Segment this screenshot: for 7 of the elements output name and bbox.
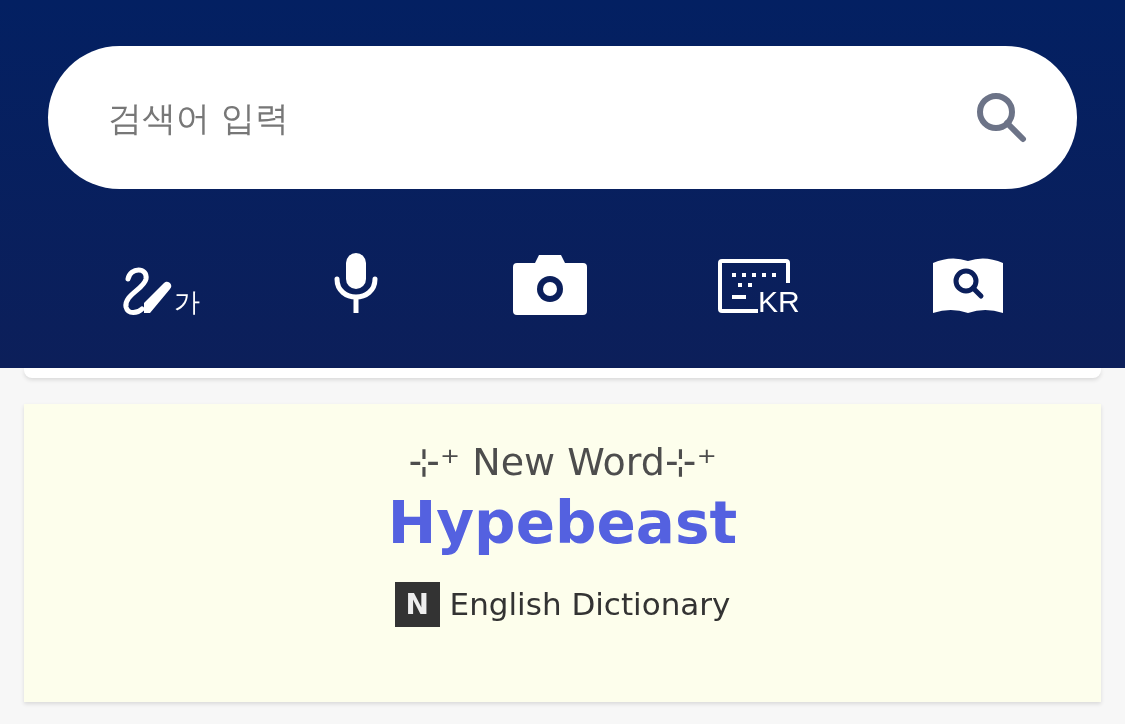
- word-link[interactable]: Hypebeast: [387, 491, 738, 556]
- handwriting-button[interactable]: 가: [120, 249, 200, 315]
- logo-icon: N: [394, 581, 440, 627]
- keyboard-button[interactable]: KR: [718, 249, 800, 315]
- card-heading: ⊹⁺ New Word⊹⁺: [408, 442, 717, 484]
- source-label: English Dictionary: [449, 586, 731, 623]
- search-field[interactable]: 검색어 입력: [48, 46, 1077, 189]
